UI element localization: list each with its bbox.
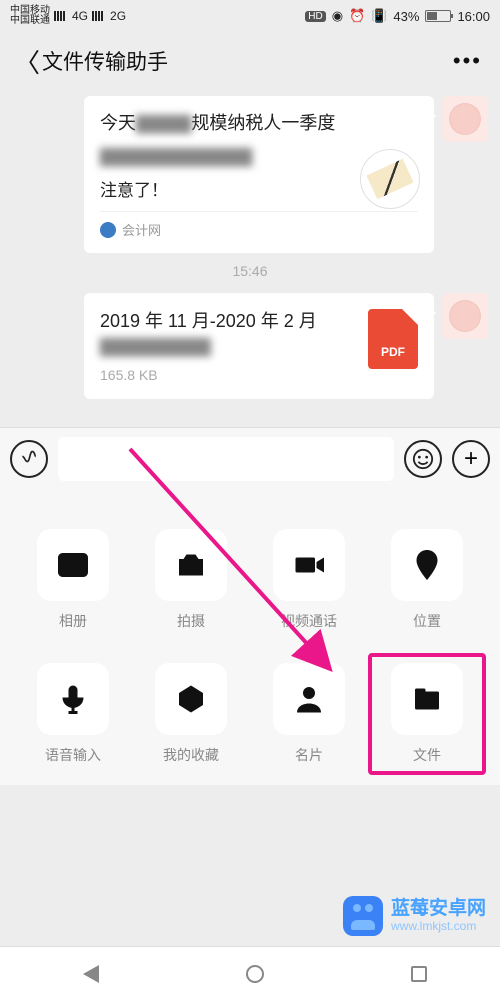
emoji-button[interactable]	[404, 440, 442, 478]
watermark-name: 蓝莓安卓网	[391, 899, 486, 920]
plus-icon: +	[464, 447, 478, 471]
status-left: 中国移动 中国联通 4G 2G	[10, 6, 126, 26]
article-source: 会计网	[100, 211, 418, 239]
attach-label: 拍摄	[177, 611, 205, 631]
attachment-toggle-button[interactable]: +	[452, 440, 490, 478]
source-icon	[100, 222, 116, 238]
eye-icon: ◉	[332, 8, 343, 24]
status-right: HD ◉ ⏰ 📳 43% 16:00	[305, 8, 490, 24]
highlight-annotation	[368, 653, 486, 775]
file-name: 2019 年 11 月-2020 年 2 月 ▇▇▇▇▇▇▇▇	[100, 309, 356, 359]
attach-location[interactable]: 位置	[378, 529, 476, 631]
chat-header: 〈 文件传输助手 •••	[0, 32, 500, 90]
file-size: 165.8 KB	[100, 367, 356, 383]
clock: 16:00	[457, 9, 490, 24]
nav-back-button[interactable]	[74, 965, 99, 983]
battery-icon	[425, 10, 451, 22]
watermark: 蓝莓安卓网 www.lmkjst.com	[343, 896, 486, 936]
hd-badge: HD	[305, 11, 325, 22]
avatar[interactable]	[442, 293, 488, 339]
attachment-panel: 相册 拍摄 视频通话 位置 语音输入 我的收藏 名片 文件	[0, 489, 500, 785]
attach-label: 名片	[295, 745, 323, 765]
input-bar: +	[0, 427, 500, 489]
time-separator: 15:46	[12, 263, 488, 279]
alarm-icon: ⏰	[349, 8, 365, 24]
attach-favorites[interactable]: 我的收藏	[142, 663, 240, 765]
attach-contact-card[interactable]: 名片	[260, 663, 358, 765]
message-file: 2019 年 11 月-2020 年 2 月 ▇▇▇▇▇▇▇▇ 165.8 KB…	[12, 293, 488, 399]
contact-icon	[291, 681, 327, 717]
network-2: 2G	[110, 9, 126, 23]
article-bubble[interactable]: 今天▇▇▇▇规模纳税人一季度 ▇▇▇▇▇▇▇▇▇▇▇ 注意了！ 会计网	[84, 96, 434, 253]
signal-icon-1	[54, 11, 68, 21]
smile-icon	[412, 448, 434, 470]
sound-wave-icon	[19, 449, 39, 469]
file-bubble[interactable]: 2019 年 11 月-2020 年 2 月 ▇▇▇▇▇▇▇▇ 165.8 KB…	[84, 293, 434, 399]
attach-file[interactable]: 文件	[378, 663, 476, 765]
avatar[interactable]	[442, 96, 488, 142]
more-button[interactable]: •••	[453, 48, 486, 74]
vibrate-icon: 📳	[371, 8, 387, 24]
article-title: 今天▇▇▇▇规模纳税人一季度	[100, 110, 418, 137]
camera-icon	[173, 547, 209, 583]
nav-home-button[interactable]	[246, 965, 264, 983]
network-1: 4G	[72, 9, 88, 23]
pdf-icon: PDF	[368, 309, 418, 369]
watermark-url: www.lmkjst.com	[391, 919, 486, 933]
battery-pct: 43%	[393, 9, 419, 24]
attach-camera[interactable]: 拍摄	[142, 529, 240, 631]
article-thumb	[360, 149, 420, 209]
location-icon	[409, 547, 445, 583]
attach-label: 位置	[413, 611, 441, 631]
back-button[interactable]: 〈	[14, 43, 42, 80]
voice-toggle-button[interactable]	[10, 440, 48, 478]
source-label: 会计网	[122, 220, 161, 239]
android-nav-bar	[0, 946, 500, 1000]
signal-icon-2	[92, 11, 106, 21]
favorite-icon	[173, 681, 209, 717]
mic-icon	[55, 681, 91, 717]
attach-label: 我的收藏	[163, 745, 219, 765]
chat-area: 今天▇▇▇▇规模纳税人一季度 ▇▇▇▇▇▇▇▇▇▇▇ 注意了！ 会计网 15:4…	[0, 90, 500, 427]
message-article: 今天▇▇▇▇规模纳税人一季度 ▇▇▇▇▇▇▇▇▇▇▇ 注意了！ 会计网	[12, 96, 488, 253]
carrier-names: 中国移动 中国联通	[10, 6, 50, 26]
video-icon	[291, 547, 327, 583]
gallery-icon	[55, 547, 91, 583]
page-title: 文件传输助手	[42, 46, 453, 76]
nav-recent-button[interactable]	[411, 966, 427, 982]
attach-gallery[interactable]: 相册	[24, 529, 122, 631]
attach-video-call[interactable]: 视频通话	[260, 529, 358, 631]
status-bar: 中国移动 中国联通 4G 2G HD ◉ ⏰ 📳 43% 16:00	[0, 0, 500, 32]
watermark-logo	[343, 896, 383, 936]
message-input[interactable]	[58, 437, 394, 481]
attach-label: 视频通话	[281, 611, 337, 631]
attach-label: 相册	[59, 611, 87, 631]
attach-voice-input[interactable]: 语音输入	[24, 663, 122, 765]
attach-label: 语音输入	[45, 745, 101, 765]
